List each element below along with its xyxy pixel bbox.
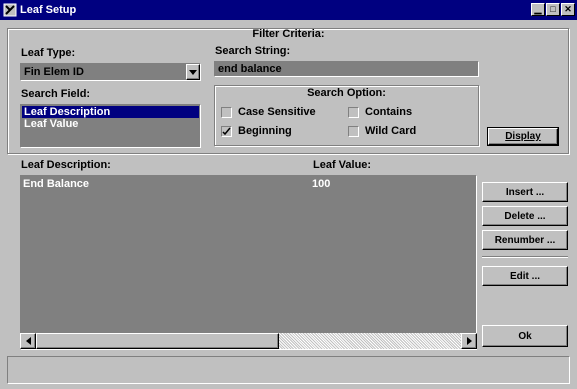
- status-bar: [7, 356, 570, 384]
- maximize-icon: □: [550, 4, 556, 14]
- title-bar[interactable]: Leaf Setup ▁ □ ✕: [0, 0, 577, 20]
- leaf-type-dropdown[interactable]: Fin Elem ID: [20, 63, 201, 81]
- search-field-label: Search Field:: [21, 88, 91, 100]
- row-description: End Balance: [23, 178, 90, 190]
- scroll-left-button[interactable]: [20, 333, 36, 349]
- edit-button[interactable]: Edit ...: [482, 266, 568, 286]
- search-field-list[interactable]: Leaf Description Leaf Value: [20, 104, 201, 148]
- insert-button[interactable]: Insert ...: [482, 182, 568, 202]
- checkbox-box: [348, 125, 359, 137]
- close-icon: ✕: [564, 4, 572, 14]
- button-separator: [482, 256, 568, 258]
- search-field-item-leaf-description[interactable]: Leaf Description: [22, 106, 199, 118]
- scroll-thumb[interactable]: [36, 333, 279, 349]
- column-header-leaf-value: Leaf Value:: [313, 159, 372, 171]
- minimize-icon: ▁: [534, 4, 542, 14]
- close-button[interactable]: ✕: [561, 3, 575, 16]
- renumber-button[interactable]: Renumber ...: [482, 230, 568, 250]
- search-option-title: Search Option:: [307, 87, 386, 99]
- window-title: Leaf Setup: [20, 4, 77, 16]
- minimize-button[interactable]: ▁: [531, 3, 545, 16]
- delete-button[interactable]: Delete ...: [482, 206, 568, 226]
- search-string-value: end balance: [218, 63, 282, 75]
- checkbox-box: [348, 106, 359, 118]
- checkbox-box: [221, 106, 232, 118]
- wild-card-checkbox[interactable]: Wild Card: [348, 125, 416, 137]
- leaf-grid[interactable]: End Balance 100: [20, 175, 477, 350]
- maximize-button[interactable]: □: [546, 3, 560, 16]
- search-string-input[interactable]: end balance: [214, 61, 479, 77]
- case-sensitive-checkbox[interactable]: Case Sensitive: [221, 106, 316, 118]
- chevron-down-icon: [189, 69, 197, 75]
- horizontal-scrollbar[interactable]: [20, 333, 477, 349]
- filter-criteria-title: Filter Criteria:: [252, 28, 325, 40]
- ok-button[interactable]: Ok: [482, 325, 568, 347]
- table-row[interactable]: End Balance 100: [21, 178, 476, 191]
- leaf-type-value: Fin Elem ID: [24, 66, 84, 78]
- beginning-checkbox[interactable]: Beginning: [221, 125, 292, 137]
- checkmark-icon: [222, 127, 231, 135]
- search-string-label: Search String:: [215, 45, 291, 57]
- scroll-right-button[interactable]: [461, 333, 477, 349]
- contains-checkbox[interactable]: Contains: [348, 106, 412, 118]
- display-button[interactable]: Display: [487, 127, 559, 146]
- arrow-right-icon: [466, 337, 472, 345]
- app-icon: [3, 3, 17, 17]
- column-header-leaf-description: Leaf Description:: [21, 159, 111, 171]
- arrow-left-icon: [25, 337, 31, 345]
- checkbox-box: [221, 125, 232, 137]
- row-value: 100: [312, 178, 331, 190]
- dropdown-arrow-button[interactable]: [186, 64, 200, 80]
- search-field-item-leaf-value[interactable]: Leaf Value: [22, 118, 199, 130]
- leaf-type-label: Leaf Type:: [21, 47, 76, 59]
